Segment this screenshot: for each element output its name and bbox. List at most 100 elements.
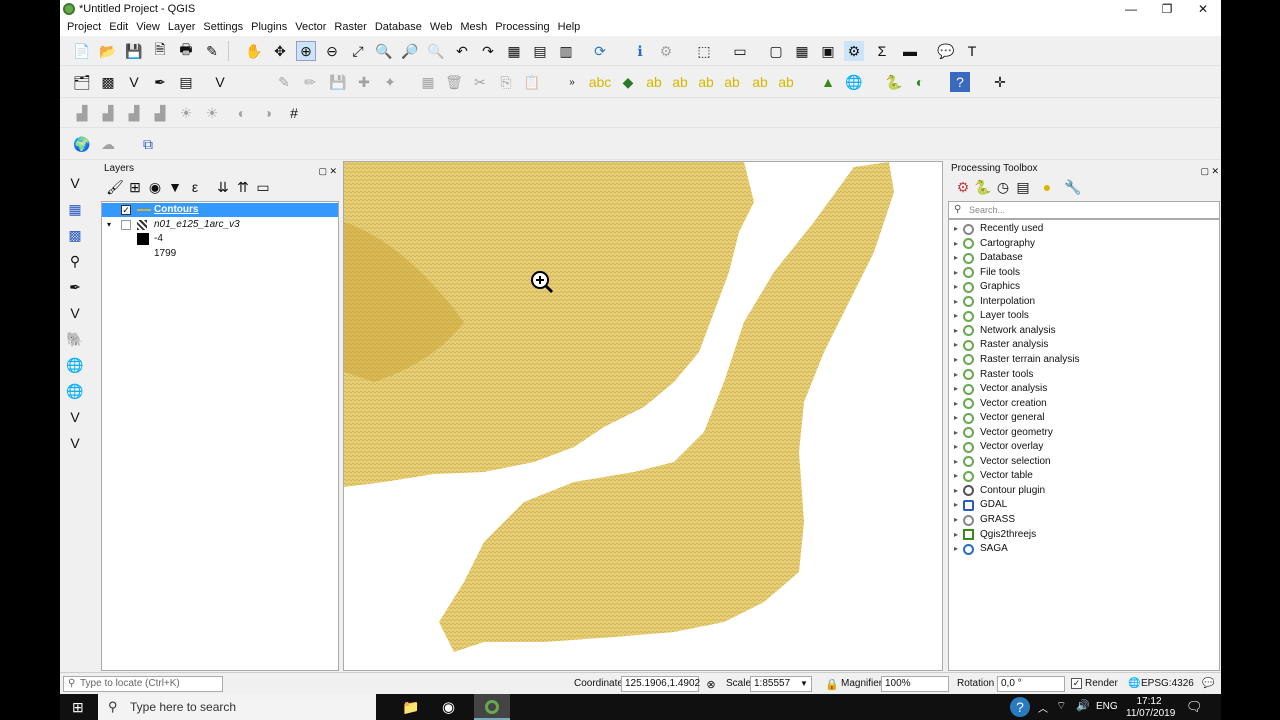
menu-help[interactable]: Help [554,21,585,33]
expand-chevron-icon[interactable]: ▸ [949,295,963,309]
statistics-icon[interactable]: Σ [872,41,892,61]
filter-expr-icon[interactable]: ε [185,177,205,197]
temp-layer-icon[interactable]: ▤ [176,72,196,92]
edit-features-icon[interactable]: ● [1037,177,1057,197]
menu-layer[interactable]: Layer [164,21,200,33]
chrome-icon[interactable]: ◉ [442,698,455,716]
processing-item-file-tools[interactable]: ▸ File tools [949,266,1020,280]
raster-hist-2-icon[interactable]: ▟ [98,103,118,123]
scripts-icon[interactable]: 🐍 [973,177,993,197]
add-spatialite-icon[interactable]: V [65,303,85,323]
zoom-native-icon[interactable]: 🔍 [426,41,446,61]
add-mesh-layer-icon[interactable]: ▩ [65,225,85,245]
field-calculator-icon[interactable]: ▣ [818,41,838,61]
expand-chevron-icon[interactable]: ▸ [949,440,963,454]
expand-chevron-icon[interactable]: ▸ [949,237,963,251]
notifications-icon[interactable]: 🗨 [1186,699,1203,715]
help-taskbar-icon[interactable]: ? [1010,697,1030,717]
render-checkbox[interactable]: ✓ [1071,678,1082,689]
processing-item-graphics[interactable]: ▸ Graphics [949,280,1020,294]
processing-item-raster-tools[interactable]: ▸ Raster tools [949,368,1033,382]
windows-start-icon[interactable]: ⊞ [72,699,84,716]
processing-item-gdal[interactable]: ▸ GDAL [949,498,1007,512]
expand-chevron-icon[interactable]: ▸ [949,397,963,411]
zoom-out-icon[interactable]: ⊖ [322,41,342,61]
minimize-button[interactable]: — [1113,0,1149,18]
expand-chevron-icon[interactable]: ▸ [949,338,963,352]
new-geopackage-icon[interactable]: ▩ [98,72,118,92]
add-vector-icon[interactable]: V [124,72,144,92]
options-icon[interactable]: 🔧 [1063,177,1083,197]
messages-icon[interactable]: 💬 [1202,678,1214,689]
menu-settings[interactable]: Settings [199,21,247,33]
menu-view[interactable]: View [132,21,164,33]
save-project-icon[interactable]: 💾 [124,41,144,61]
clock-time[interactable]: 17:12 [1126,696,1172,707]
language-indicator[interactable]: ENG [1096,701,1118,712]
add-wms-icon[interactable]: 🌐 [65,355,85,375]
coordinate-toggle-icon[interactable]: ⊗ [701,674,721,694]
expand-chevron-icon[interactable]: ▸ [949,455,963,469]
layer-style-icon[interactable]: 🖌 [105,177,125,197]
diagram-icon[interactable]: ◆ [618,72,638,92]
menu-web[interactable]: Web [426,21,456,33]
crs-label[interactable]: EPSG:4326 [1141,678,1194,689]
brightness-down-icon[interactable]: ☀ [202,103,222,123]
attribute-table-icon[interactable]: ▦ [792,41,812,61]
print-layout-icon[interactable]: 🖶 [176,41,196,61]
menu-project[interactable]: Project [63,21,105,33]
processing-toolbox-icon[interactable]: ⚙ [844,41,864,61]
expand-chevron-icon[interactable]: ▸ [949,513,963,527]
manage-themes-icon[interactable]: ◉ [145,177,165,197]
add-raster-layer-icon[interactable]: ▦ [65,199,85,219]
lock-icon[interactable]: 🔒 [822,674,842,694]
contour-map[interactable] [344,162,943,671]
coordinate-field[interactable]: 125.1906,1.4902 [621,676,700,692]
raster-hist-1-icon[interactable]: ▟ [72,103,92,123]
bookmark-icon[interactable]: ▥ [556,41,576,61]
label-show-icon[interactable]: ab [696,72,716,92]
cloud-icon[interactable]: ☁ [98,134,118,154]
identify-icon[interactable]: ℹ [630,41,650,61]
processing-search-input[interactable]: ⚲ Search... [948,201,1220,219]
web-globe-icon[interactable]: 🌍 [72,134,92,154]
pan-to-selection-icon[interactable]: ✥ [270,41,290,61]
add-gps-icon[interactable]: ✒ [65,277,85,297]
map-canvas[interactable] [343,161,943,671]
filter-icon[interactable]: ▼ [165,177,185,197]
globe-plugin-icon[interactable]: 🌐 [844,72,864,92]
help-icon[interactable]: ? [950,72,970,92]
select-value-icon[interactable]: ▭ [730,41,750,61]
menu-edit[interactable]: Edit [105,21,132,33]
processing-item-vector-selection[interactable]: ▸ Vector selection [949,455,1051,469]
zoom-selection-icon[interactable]: 🔍 [374,41,394,61]
label-rotate-icon[interactable]: ab [750,72,770,92]
action-icon[interactable]: ⚙ [656,41,676,61]
layer-row-contours[interactable]: ✓ Contours [102,203,338,217]
expand-chevron-icon[interactable]: ▸ [949,222,963,236]
add-group-icon[interactable]: ⊞ [125,177,145,197]
processing-item-vector-table[interactable]: ▸ Vector table [949,469,1033,483]
processing-item-database[interactable]: ▸ Database [949,251,1023,265]
processing-item-cartography[interactable]: ▸ Cartography [949,237,1035,251]
qgis2threejs-icon[interactable]: ◐ [910,72,930,92]
collapse-chevron-icon[interactable]: ▾ [107,218,111,232]
select-features-icon[interactable]: ⬚ [694,41,714,61]
layer-checkbox-contours[interactable]: ✓ [121,205,131,215]
processing-item-saga[interactable]: ▸ SAGA [949,542,1008,556]
menu-plugins[interactable]: Plugins [247,21,291,33]
label-change-icon[interactable]: ab [776,72,796,92]
network-icon[interactable]: ⌔ [1056,699,1066,713]
pan-icon[interactable]: ✋ [244,41,264,61]
new-project-icon[interactable]: 📄 [72,41,92,61]
processing-item-vector-geometry[interactable]: ▸ Vector geometry [949,426,1053,440]
history-icon[interactable]: ◷ [993,177,1013,197]
save-edits-icon[interactable]: 💾 [328,72,348,92]
georeferencer-icon[interactable]: ▲ [818,72,838,92]
refresh-icon[interactable]: ⟳ [590,41,610,61]
expand-chevron-icon[interactable]: ▸ [949,382,963,396]
add-delimited-text-icon[interactable]: ⚲ [65,251,85,271]
overflow-chevron-icon[interactable]: » [562,72,582,92]
add-wcs-icon[interactable]: V [65,407,85,427]
expand-chevron-icon[interactable]: ▸ [949,324,963,338]
